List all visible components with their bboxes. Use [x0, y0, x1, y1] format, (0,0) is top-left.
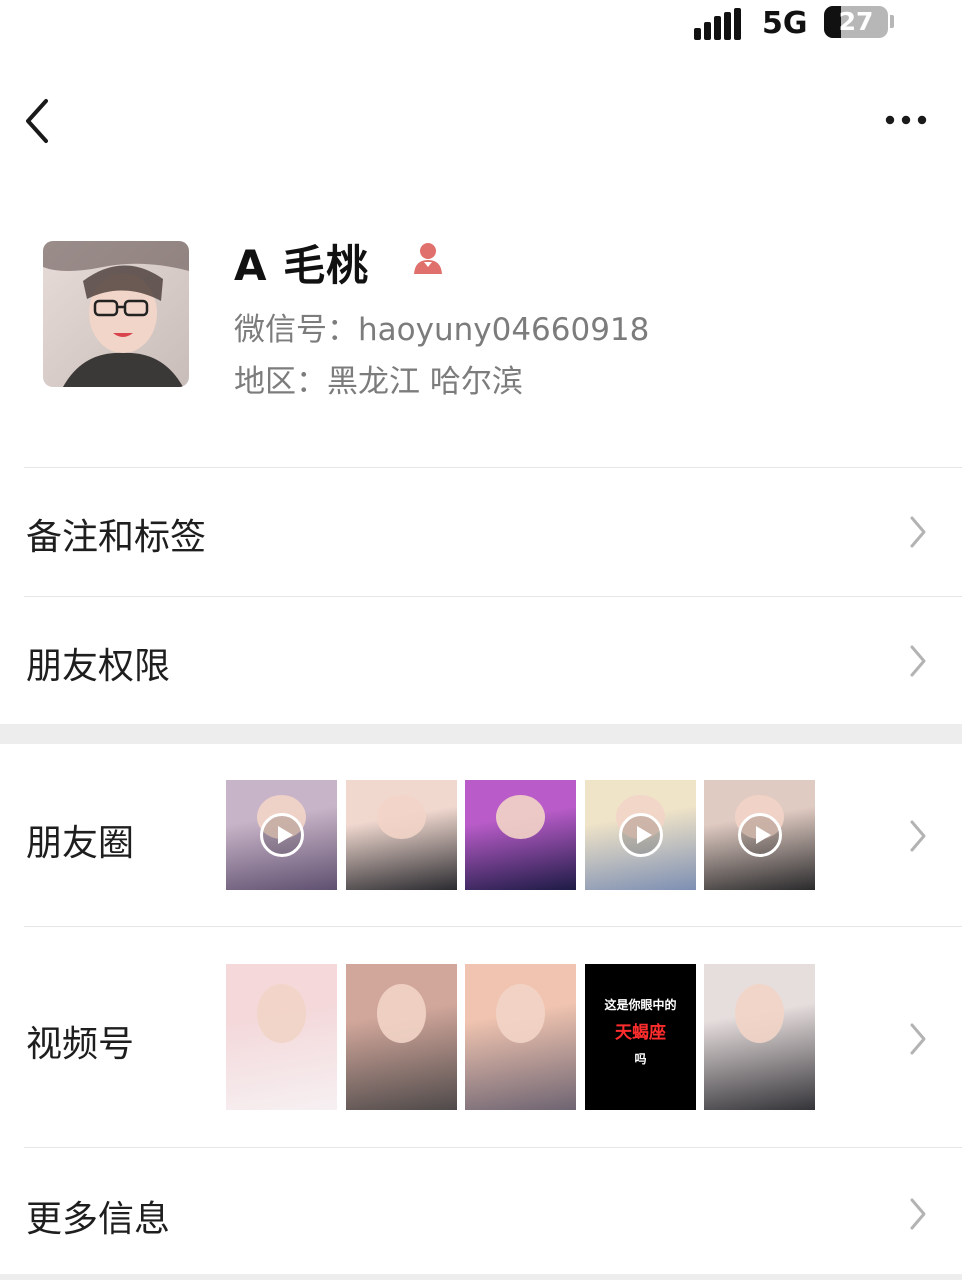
- channels-label: 视频号: [26, 1024, 135, 1065]
- friend-permissions-label: 朋友权限: [26, 646, 171, 687]
- chevron-right-icon: [910, 516, 926, 548]
- profile-name: A 毛桃: [234, 241, 370, 290]
- more-info-row[interactable]: 更多信息: [0, 1148, 962, 1274]
- status-bar: 5G 27: [0, 0, 962, 50]
- avatar-photo: [43, 241, 189, 387]
- avatar[interactable]: [43, 241, 189, 387]
- moments-thumbnail[interactable]: [585, 780, 696, 890]
- moments-thumbnail[interactable]: [465, 780, 576, 890]
- thumbnail-figure: [496, 984, 545, 1043]
- play-icon: [618, 813, 663, 857]
- more-button[interactable]: [876, 102, 936, 138]
- network-type: 5G: [762, 6, 808, 41]
- more-info-label: 更多信息: [26, 1199, 171, 1240]
- section-gap: [0, 724, 962, 744]
- chevron-left-icon: [26, 99, 48, 143]
- channels-row[interactable]: 视频号 这是你眼中的天蝎座吗: [0, 927, 962, 1147]
- back-button[interactable]: [20, 95, 60, 147]
- moments-row[interactable]: 朋友圈: [0, 744, 962, 926]
- moments-thumbnail[interactable]: [704, 780, 815, 890]
- thumbnail-figure: [257, 984, 306, 1043]
- thumbnail-figure: [377, 795, 426, 840]
- region: 地区：黑龙江 哈尔滨: [234, 364, 523, 400]
- thumbnail-caption: 天蝎座: [615, 1023, 666, 1043]
- chevron-right-icon: [910, 1023, 926, 1055]
- play-icon: [259, 813, 304, 857]
- chevron-right-icon: [910, 820, 926, 852]
- moments-label: 朋友圈: [26, 823, 135, 864]
- battery-icon: 27: [824, 6, 888, 38]
- thumbnail-caption: 吗: [634, 1052, 647, 1066]
- friend-permissions-row[interactable]: 朋友权限: [0, 597, 962, 723]
- notes-tags-row[interactable]: 备注和标签: [0, 468, 962, 596]
- chevron-right-icon: [910, 645, 926, 677]
- signal-strength-icon: [694, 8, 746, 40]
- thumbnail-figure: [496, 795, 545, 840]
- channels-thumbnail[interactable]: 这是你眼中的天蝎座吗: [585, 964, 696, 1110]
- thumbnail-figure: [735, 984, 784, 1043]
- moments-thumbnail[interactable]: [226, 780, 337, 890]
- thumbnail-figure: [377, 984, 426, 1043]
- channels-thumbnail[interactable]: [465, 964, 576, 1110]
- battery-percentage: 27: [838, 7, 874, 36]
- channels-thumbnail[interactable]: [346, 964, 457, 1110]
- chevron-right-icon: [910, 1198, 926, 1230]
- channels-thumbnail[interactable]: [226, 964, 337, 1110]
- more-dots-icon: [885, 115, 927, 125]
- notes-tags-label: 备注和标签: [26, 517, 207, 558]
- thumbnail-caption: 这是你眼中的: [604, 998, 677, 1012]
- channels-thumbnail[interactable]: [704, 964, 815, 1110]
- female-icon: [410, 240, 446, 276]
- moments-thumbnail[interactable]: [346, 780, 457, 890]
- bottom-gap: [0, 1274, 962, 1280]
- play-icon: [737, 813, 782, 857]
- wechat-id: 微信号：haoyuny04660918: [234, 312, 650, 348]
- battery-tip: [890, 15, 894, 28]
